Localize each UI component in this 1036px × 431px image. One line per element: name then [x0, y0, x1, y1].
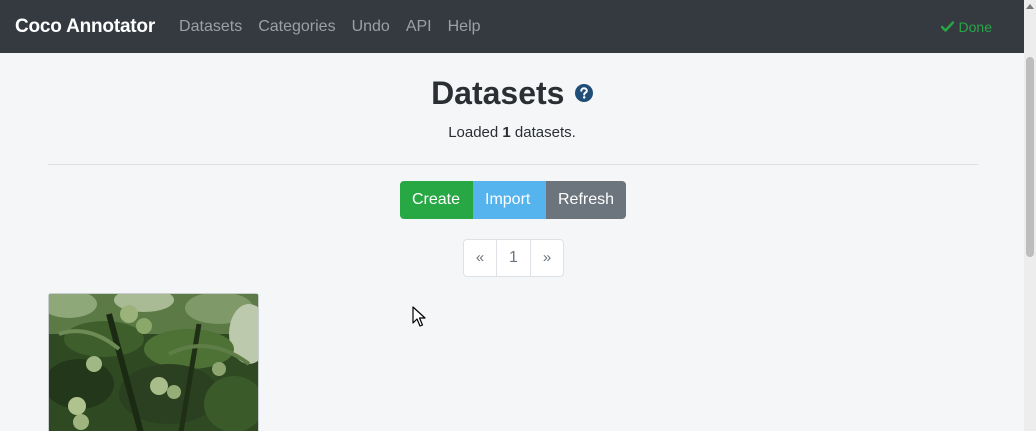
subtitle-prefix: Loaded	[448, 124, 503, 141]
nav-item-categories[interactable]: Categories	[258, 18, 335, 36]
nav-item-undo[interactable]: Undo	[352, 18, 390, 36]
page: Coco Annotator Datasets Categories Undo …	[0, 0, 1036, 431]
divider	[48, 164, 978, 165]
import-button[interactable]: Import	[473, 181, 546, 219]
status-indicator: Done	[940, 0, 992, 53]
brand-logo[interactable]: Coco Annotator	[15, 16, 155, 38]
scrollbar[interactable]	[1024, 0, 1036, 431]
pagination-next[interactable]: »	[531, 240, 563, 276]
pagination-prev[interactable]: «	[464, 240, 497, 276]
create-button[interactable]: Create	[400, 181, 473, 219]
mouse-cursor-icon	[412, 306, 426, 327]
nav-item-help[interactable]: Help	[448, 18, 481, 36]
nav-item-api[interactable]: API	[406, 18, 432, 36]
dataset-card[interactable]	[48, 293, 259, 431]
question-circle-icon[interactable]	[574, 84, 593, 107]
scroll-up-arrow-icon[interactable]	[1026, 4, 1034, 9]
refresh-button[interactable]: Refresh	[546, 181, 626, 219]
page-header: Datasets	[0, 75, 1024, 112]
pagination: « 1 »	[463, 239, 564, 277]
datasets-count-text: Loaded 1 datasets.	[0, 124, 1024, 141]
page-title: Datasets	[431, 75, 565, 111]
dataset-thumbnail[interactable]	[49, 294, 258, 431]
status-text: Done	[958, 18, 992, 35]
pagination-page-1[interactable]: 1	[497, 240, 531, 276]
dataset-actions: Create Import Refresh	[400, 181, 626, 219]
nav-item-datasets[interactable]: Datasets	[179, 18, 242, 36]
navbar: Coco Annotator Datasets Categories Undo …	[0, 0, 1036, 53]
scrollbar-thumb[interactable]	[1026, 57, 1034, 257]
check-icon	[940, 21, 954, 32]
dataset-count: 1	[502, 124, 511, 141]
subtitle-suffix: datasets.	[510, 124, 576, 141]
